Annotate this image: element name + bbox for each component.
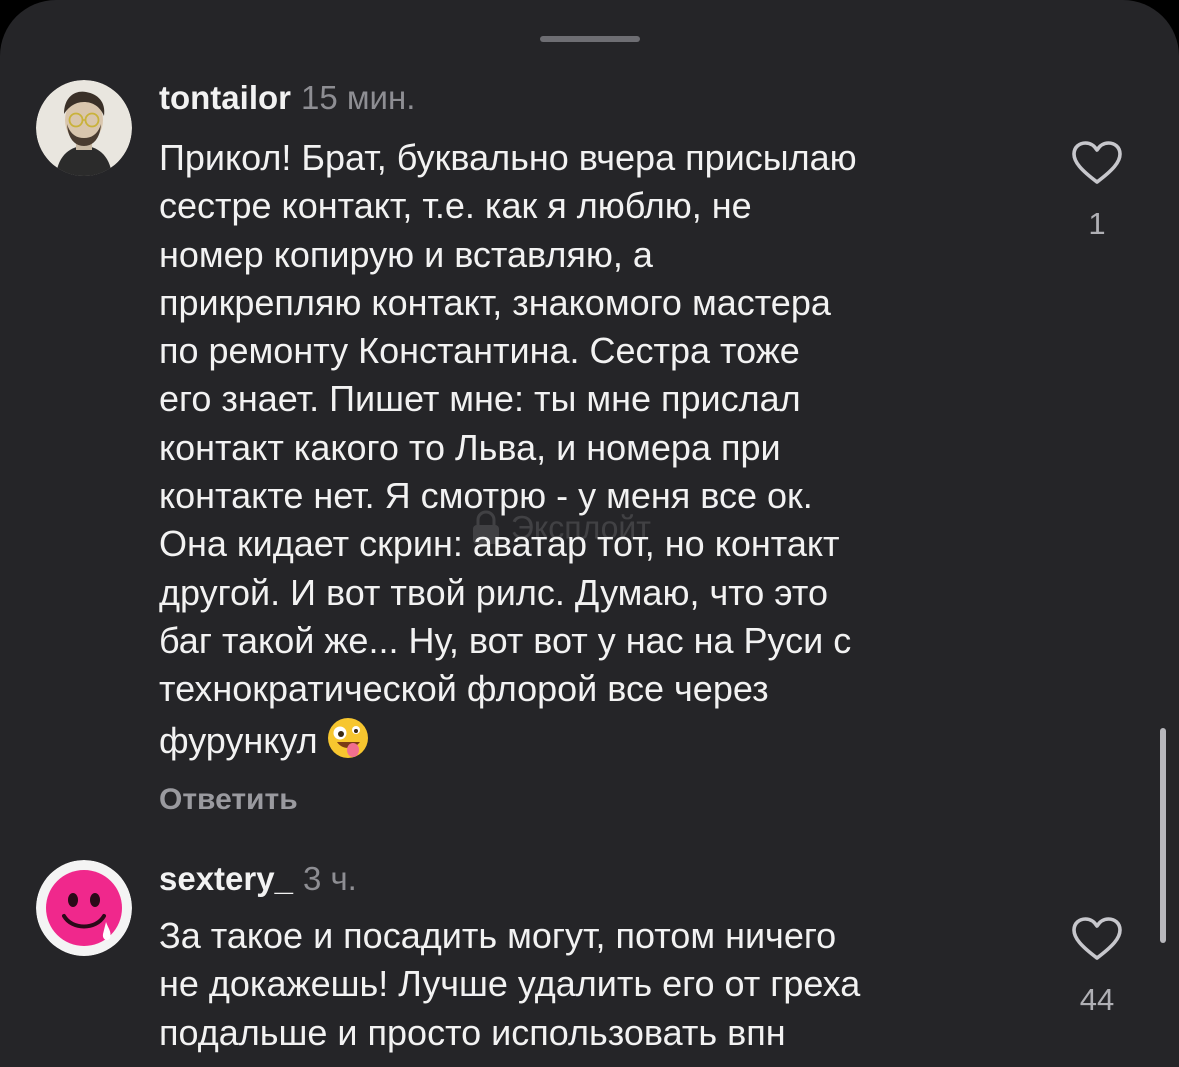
comment-time: 15 мин. [300,79,416,116]
avatar[interactable] [36,80,132,176]
comment-time: 3 ч. [302,860,357,897]
like-control: 1 [1062,140,1132,242]
like-control: 44 [1062,916,1132,1018]
scrollbar[interactable] [1160,728,1166,943]
watermark-text: Эксплойт [510,509,651,546]
avatar[interactable] [36,860,132,956]
zany-face-emoji [327,717,368,758]
comment-meta: sextery_ 3 ч. [159,859,357,899]
comment-username[interactable]: sextery_ [159,860,293,897]
comment-text: За такое и посадить могут, потом ничего … [159,915,861,1053]
comment-meta: tontailor 15 мин. [159,78,415,118]
sheet-grab-handle[interactable] [540,36,640,42]
heart-icon[interactable] [1071,916,1123,962]
comment-username[interactable]: tontailor [159,79,291,116]
like-count: 44 [1079,982,1115,1017]
comment-text-body: Прикол! Брат, буквально вчера присылаю с… [159,137,857,761]
lock-icon [473,510,499,544]
heart-icon[interactable] [1071,140,1123,186]
like-count: 1 [1088,206,1106,241]
comment-text: Прикол! Брат, буквально вчера присылаю с… [159,134,1039,765]
reply-button[interactable]: Ответить [159,780,298,820]
comments-sheet: tontailor 15 мин. Прикол! Брат, буквально… [0,0,1179,1067]
watermark: Эксплойт [470,505,651,548]
